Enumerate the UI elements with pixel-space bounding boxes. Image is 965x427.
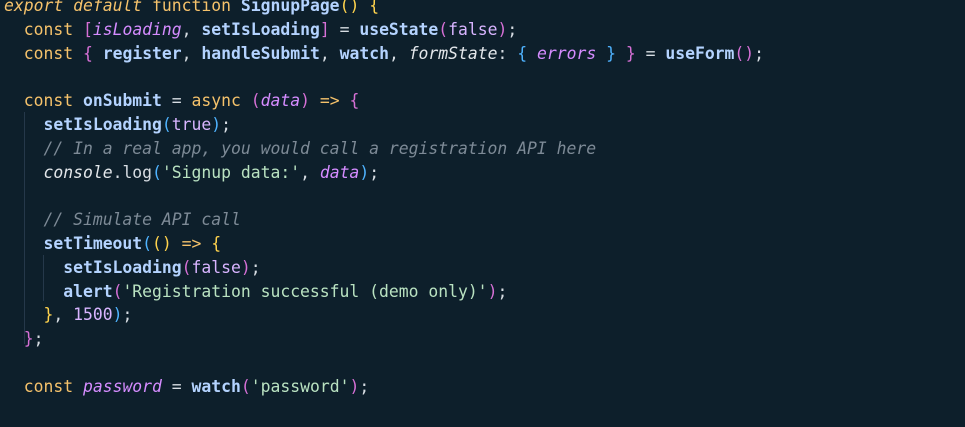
code-line-14: }; <box>23 329 44 349</box>
code-line-12: alert('Registration successful (demo onl… <box>63 281 508 301</box>
code-line-10: setTimeout(() => { <box>43 233 222 253</box>
code-editor[interactable]: export default function SignupPage() { c… <box>0 0 965 427</box>
code-lines: export default function SignupPage() { c… <box>4 0 764 399</box>
code-line-13: }, 1500); <box>43 305 133 325</box>
code-line-9: // Simulate API call <box>43 210 241 230</box>
code-line-0: export default function SignupPage() { <box>4 0 380 15</box>
code-line-5: setIsLoading(true); <box>43 114 232 134</box>
code-line-6: // In a real app, you would call a regis… <box>43 138 597 158</box>
code-line-11: setIsLoading(false); <box>63 257 261 277</box>
code-line-7: console.log('Signup data:', data); <box>43 162 380 182</box>
code-line-4: const onSubmit = async (data) => { <box>23 91 360 111</box>
code-line-1: const [isLoading, setIsLoading] = useSta… <box>23 19 518 39</box>
code-line-2: const { register, handleSubmit, watch, f… <box>23 43 765 63</box>
code-line-16: const password = watch('password'); <box>23 376 370 396</box>
